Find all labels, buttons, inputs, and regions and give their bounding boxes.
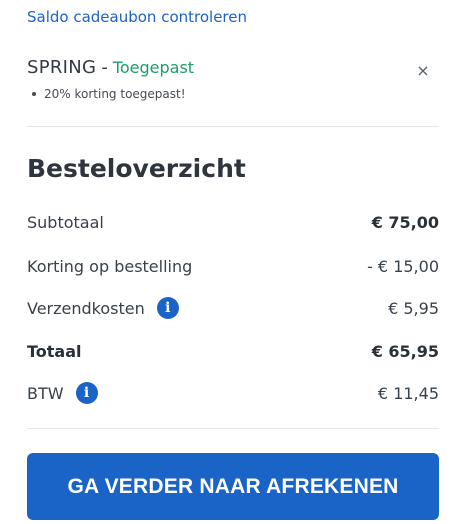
- discount-amount: - € 15,00: [367, 256, 439, 276]
- info-icon[interactable]: i: [75, 382, 98, 404]
- check-gift-card-link[interactable]: Saldo cadeaubon controleren: [27, 8, 247, 26]
- coupon-line: SPRING - Toegepast: [27, 57, 447, 78]
- subtotal-label: Subtotaal: [27, 212, 104, 232]
- summary-row-subtotal: Subtotaal € 75,00: [27, 210, 439, 234]
- divider: [27, 126, 439, 127]
- summary-row-shipping: Verzendkosten i € 5,95: [27, 296, 439, 320]
- shipping-label: Verzendkosten: [27, 298, 145, 318]
- vat-amount: € 11,45: [377, 383, 439, 403]
- bullet-icon: [32, 92, 36, 96]
- subtotal-amount: € 75,00: [371, 212, 439, 232]
- summary-row-vat: BTW i € 11,45: [27, 381, 439, 405]
- remove-coupon-button[interactable]: ×: [413, 61, 433, 81]
- shipping-amount: € 5,95: [388, 298, 439, 318]
- coupon-status: Toegepast: [112, 58, 195, 77]
- divider: [27, 428, 439, 429]
- info-icon[interactable]: i: [156, 297, 179, 319]
- vat-label: BTW: [27, 383, 64, 403]
- coupon-code: SPRING: [27, 57, 97, 78]
- close-icon: ×: [416, 61, 430, 80]
- total-amount: € 65,95: [371, 341, 439, 361]
- order-summary-title: Besteloverzicht: [27, 154, 246, 183]
- discount-label: Korting op bestelling: [27, 256, 193, 276]
- coupon-separator: -: [101, 57, 108, 78]
- total-label: Totaal: [27, 341, 82, 361]
- summary-row-discount: Korting op bestelling - € 15,00: [27, 254, 439, 278]
- summary-row-total: Totaal € 65,95: [27, 339, 439, 363]
- coupon-detail: 20% korting toegepast!: [27, 87, 447, 101]
- applied-coupon: SPRING - Toegepast × 20% korting toegepa…: [27, 57, 447, 101]
- coupon-detail-text: 20% korting toegepast!: [44, 87, 186, 101]
- proceed-to-checkout-button[interactable]: GA VERDER NAAR AFREKENEN: [27, 453, 439, 520]
